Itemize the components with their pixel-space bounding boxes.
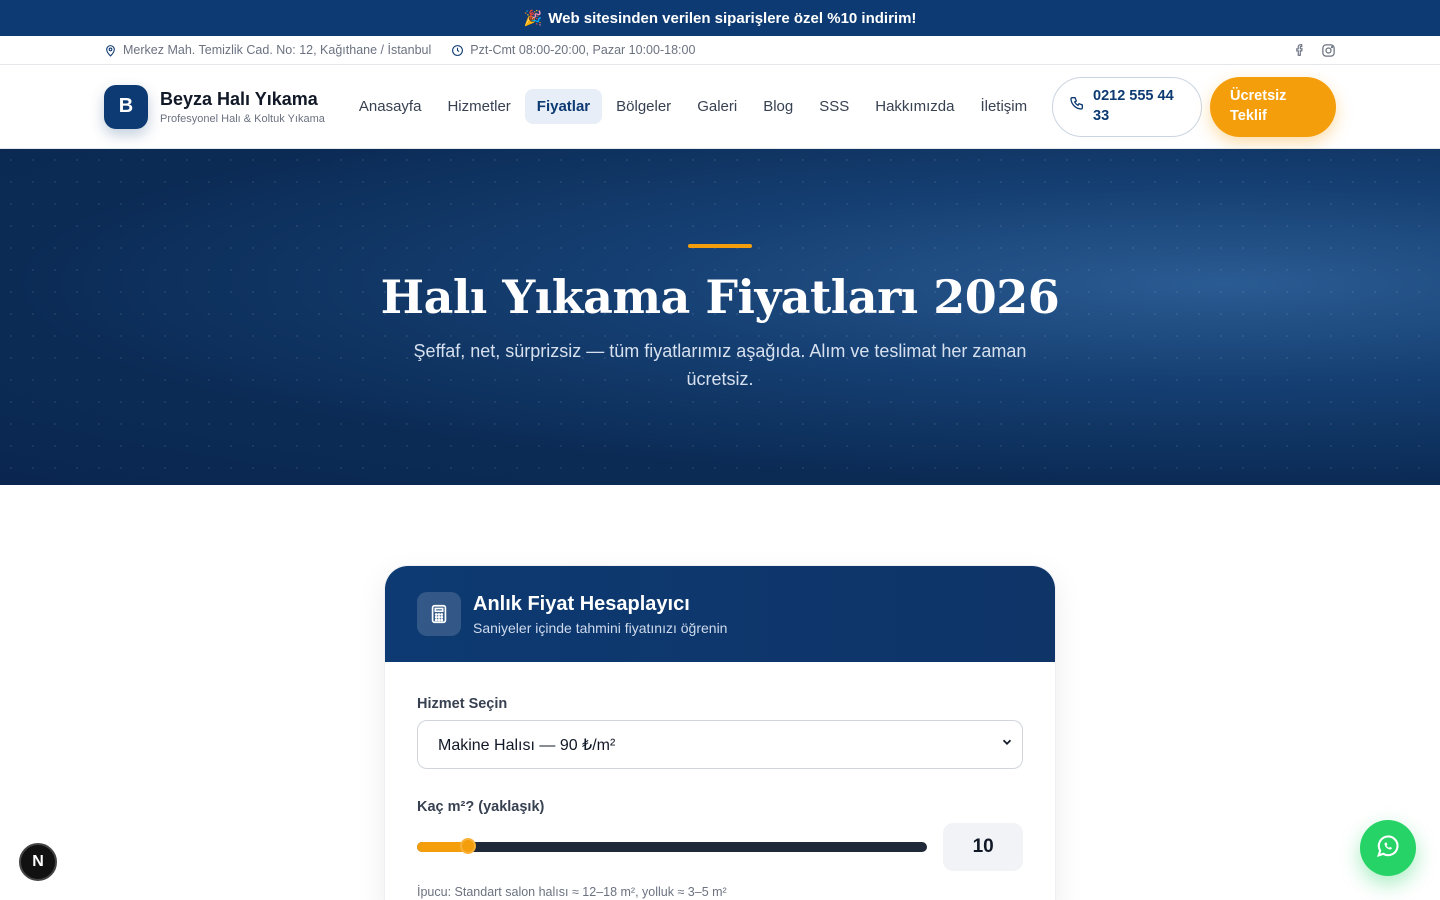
service-select[interactable]: Makine Halısı — 90 ₺/m² [417,720,1023,769]
nav-bolgeler[interactable]: Bölgeler [604,89,683,124]
clock-icon [451,44,464,57]
brand-tagline: Profesyonel Halı & Koltuk Yıkama [160,112,325,125]
page-title: Halı Yıkama Fiyatları 2026 [380,270,1060,324]
service-selected-value: Makine Halısı — 90 ₺/m² [438,736,616,754]
instagram-icon[interactable] [1321,43,1336,58]
calculator-icon [417,592,461,636]
hero-accent-bar [688,244,752,248]
calculator-title: Anlık Fiyat Hesaplayıcı [473,592,690,615]
m2-tip: İpucu: Standart salon halısı ≈ 12–18 m²,… [417,885,727,899]
phone-number: 0212 555 44 33 [1093,87,1174,124]
facebook-icon[interactable] [1293,43,1307,57]
price-calculator: Anlık Fiyat Hesaplayıcı Saniyeler içinde… [384,565,1056,900]
social-links [1293,43,1336,58]
hours-info: Pzt-Cmt 08:00-20:00, Pazar 10:00-18:00 [451,43,695,57]
calculator-header: Anlık Fiyat Hesaplayıcı Saniyeler içinde… [385,566,1055,662]
m2-slider-thumb[interactable] [460,838,477,854]
m2-slider-row: 10 [417,823,1023,871]
site-logo[interactable]: B Beyza Halı Yıkama Profesyonel Halı & K… [104,84,325,129]
calculator-subtitle: Saniyeler içinde tahmini fiyatınızı öğre… [473,619,728,636]
m2-label: Kaç m²? (yaklaşık) [417,799,545,815]
chevron-down-icon [1000,735,1014,754]
nav-iletisim[interactable]: İletişim [968,89,1039,124]
m2-slider[interactable] [417,838,928,854]
site-header: B Beyza Halı Yıkama Profesyonel Halı & K… [0,65,1440,149]
nav-fiyatlar[interactable]: Fiyatlar [524,89,603,124]
promo-text: Web sitesinden verilen siparişlere özel … [548,9,917,27]
logo-mark: B [104,84,148,129]
nav-sss[interactable]: SSS [807,89,861,124]
hero-subtitle: Şeffaf, net, sürprizsiz — tüm fiyatlarım… [413,341,1027,389]
m2-value: 10 [943,823,1023,871]
brand-name: Beyza Halı Yıkama [160,88,318,109]
nav-hizmetler[interactable]: Hizmetler [435,89,522,124]
address-text: Merkez Mah. Temizlik Cad. No: 12, Kağıth… [123,43,432,57]
nav-blog[interactable]: Blog [751,89,805,124]
location-pin-icon [104,44,117,57]
promo-banner: 🎉 Web sitesinden verilen siparişlere öze… [0,0,1440,36]
free-quote-button[interactable]: Ücretsiz Teklif [1210,76,1336,137]
hero-section: Halı Yıkama Fiyatları 2026 Şeffaf, net, … [0,149,1440,485]
topbar: Merkez Mah. Temizlik Cad. No: 12, Kağıth… [0,36,1440,65]
service-label: Hizmet Seçin [417,696,508,712]
nav-galeri[interactable]: Galeri [685,89,749,124]
whatsapp-button[interactable] [1360,820,1416,876]
nav-hakkimizda[interactable]: Hakkımızda [863,89,966,124]
party-emoji: 🎉 [523,10,543,27]
nav-anasayfa[interactable]: Anasayfa [347,89,434,124]
whatsapp-icon [1374,832,1402,865]
phone-button[interactable]: 0212 555 44 33 [1052,76,1202,137]
address-info: Merkez Mah. Temizlik Cad. No: 12, Kağıth… [104,43,431,57]
phone-icon [1069,95,1085,118]
hours-text: Pzt-Cmt 08:00-20:00, Pazar 10:00-18:00 [470,43,696,57]
next-dev-badge[interactable]: N [19,843,57,881]
calculator-body: Hizmet Seçin Makine Halısı — 90 ₺/m² Kaç… [385,662,1055,899]
main-nav: Anasayfa Hizmetler Fiyatlar Bölgeler Gal… [347,89,1039,124]
